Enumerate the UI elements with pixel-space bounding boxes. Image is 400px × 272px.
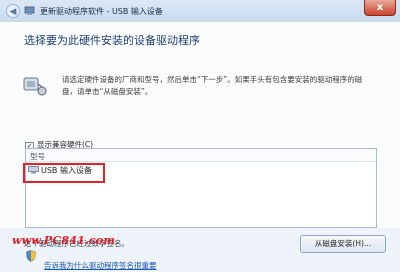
title-bar: ◀ 更新驱动程序软件 - USB 输入设备 x bbox=[0, 0, 400, 22]
driver-update-window: ◀ 更新驱动程序软件 - USB 输入设备 x 选择要为此硬件安装的设备驱动程序… bbox=[0, 0, 400, 272]
back-arrow-icon[interactable]: ◀ bbox=[6, 4, 20, 18]
shield-icon bbox=[26, 250, 36, 262]
wizard-footer: 这个驱动程序已经过数字签名。 www.PC841.com 告诉我为什么驱动程序签… bbox=[0, 228, 400, 272]
why-signing-important-link[interactable]: 告诉我为什么驱动程序签名很重要 bbox=[44, 260, 157, 271]
highlight-annotation-box bbox=[23, 163, 105, 183]
instruction-text-line2: 盘，请单击“从磁盘安装”。 bbox=[62, 87, 153, 96]
wizard-content: 选择要为此硬件安装的设备驱动程序 请选定硬件设备的厂商和型号，然后单击“下一步”… bbox=[0, 22, 400, 228]
device-manager-icon bbox=[24, 6, 35, 15]
model-list[interactable]: 型号 USB 输入设备 bbox=[25, 148, 377, 228]
column-header-model[interactable]: 型号 bbox=[30, 151, 45, 162]
site-watermark: www.PC841.com bbox=[12, 234, 116, 247]
window-title: 更新驱动程序软件 - USB 输入设备 bbox=[40, 7, 163, 16]
have-disk-button[interactable]: 从磁盘安装(H)... bbox=[300, 235, 386, 253]
hardware-device-icon bbox=[23, 77, 47, 96]
list-header: 型号 bbox=[26, 149, 376, 162]
close-button[interactable]: x bbox=[364, 0, 396, 16]
page-heading: 选择要为此硬件安装的设备驱动程序 bbox=[24, 34, 200, 47]
instruction-text-line1: 请选定硬件设备的厂商和型号，然后单击“下一步”。如果手头有包含要安装的驱动程序的… bbox=[62, 75, 363, 84]
